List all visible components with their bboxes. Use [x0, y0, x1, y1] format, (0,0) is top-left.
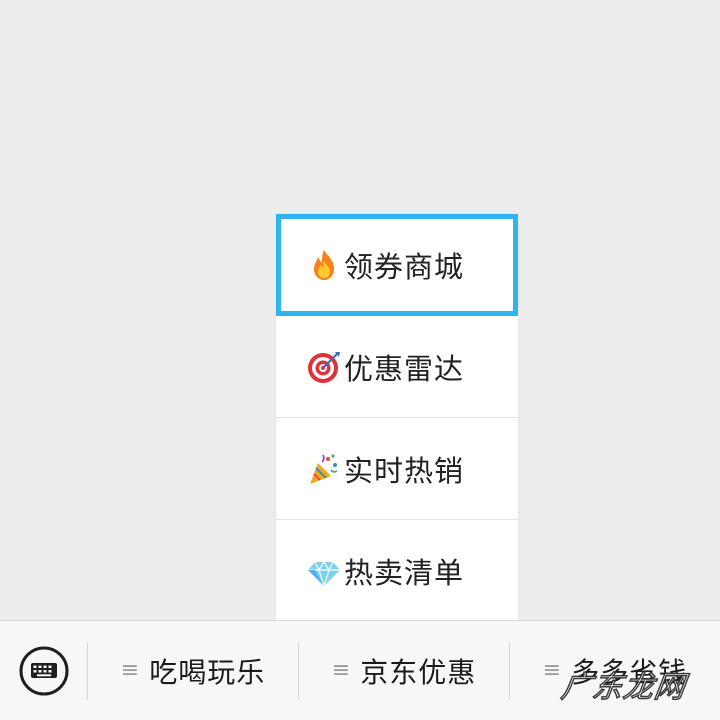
- menu-item-real-time-hot[interactable]: 实时热销: [276, 418, 518, 520]
- menu-lines-icon: ≡: [542, 657, 562, 683]
- menu-item-deal-radar[interactable]: 优惠雷达: [276, 316, 518, 418]
- party-popper-icon: [310, 453, 338, 484]
- menu-item-label: 实时热销: [344, 453, 465, 488]
- keyboard-icon: [19, 646, 68, 695]
- menu-item-label: 热卖清单: [344, 556, 465, 590]
- watermark: 广东龙网: [558, 669, 688, 706]
- tab-eat-drink-fun[interactable]: ≡ 吃喝玩乐: [88, 621, 298, 720]
- menu-item-coupon-mall[interactable]: 领券商城: [276, 214, 518, 316]
- diamond-icon: [308, 560, 340, 589]
- target-icon: [308, 351, 340, 383]
- tab-label: 京东优惠: [360, 655, 477, 689]
- menu-item-label: 领券商城: [344, 250, 465, 284]
- menu-item-label: 优惠雷达: [344, 351, 465, 386]
- menu-lines-icon: ≡: [120, 657, 140, 683]
- fire-icon: [314, 250, 334, 280]
- menu-item-hot-sale-list[interactable]: 热卖清单: [276, 520, 518, 622]
- menu-lines-icon: ≡: [331, 657, 351, 683]
- tab-jd-deals[interactable]: ≡ 京东优惠: [299, 621, 509, 720]
- popup-submenu: 领券商城 优惠雷达 实时热销 热卖清单: [276, 214, 518, 622]
- chat-screen: 领券商城 优惠雷达 实时热销 热卖清单 ≡ 吃喝玩乐 ≡ 京东优惠 ≡ 多多省钱…: [0, 0, 720, 720]
- tab-label: 吃喝玩乐: [149, 655, 266, 689]
- keyboard-toggle-button[interactable]: [0, 621, 87, 720]
